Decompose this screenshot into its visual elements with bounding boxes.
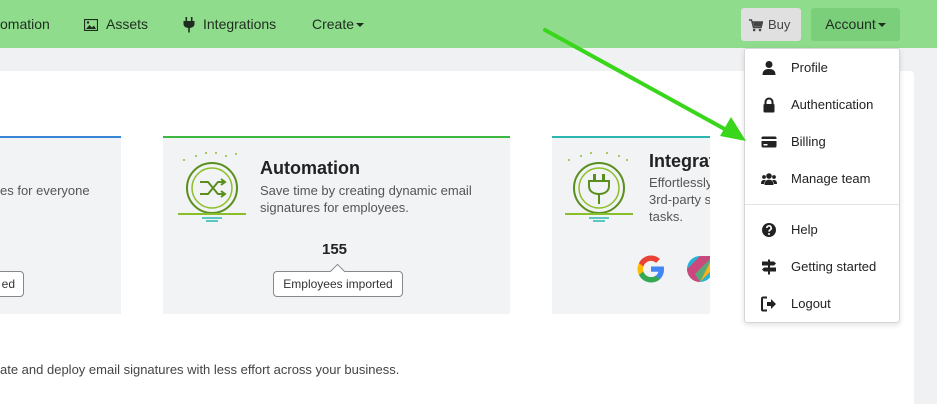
employee-count: 155 xyxy=(322,241,348,258)
signpost-icon xyxy=(762,259,776,275)
plug-icon xyxy=(183,17,195,33)
card-description: es for everyone xyxy=(0,183,90,198)
feature-card-integrations[interactable]: Integrations Effortlessly crea 3rd-party… xyxy=(552,136,710,314)
google-logo-icon xyxy=(637,255,664,283)
account-dropdown-menu: Profile Authentication Billing Manage te… xyxy=(744,48,900,323)
menu-item-profile[interactable]: Profile xyxy=(745,52,899,84)
logout-icon xyxy=(761,296,776,312)
question-icon xyxy=(762,223,776,237)
user-icon xyxy=(762,61,776,75)
lock-icon xyxy=(763,97,775,113)
card-description: Effortlessly crea 3rd-party softw tasks. xyxy=(649,175,710,224)
nav-assets[interactable]: Assets xyxy=(84,0,148,48)
page-description: ate and deploy email signatures with les… xyxy=(0,362,400,377)
automation-shuffle-icon xyxy=(178,152,246,222)
menu-item-logout[interactable]: Logout xyxy=(745,288,899,320)
top-navbar: omation Assets Integrations Create Buy A… xyxy=(0,0,937,48)
credit-card-icon xyxy=(761,136,777,148)
employees-imported-badge: Employees imported xyxy=(273,271,403,297)
menu-divider xyxy=(745,204,899,205)
account-button[interactable]: Account xyxy=(811,8,900,41)
cart-icon xyxy=(749,19,763,32)
chevron-down-icon xyxy=(356,23,365,28)
card-title: Integrations xyxy=(649,151,710,171)
menu-item-authentication[interactable]: Authentication xyxy=(745,89,899,121)
menu-item-billing[interactable]: Billing xyxy=(745,126,899,158)
card-title: Automation xyxy=(260,158,360,178)
status-badge: ed xyxy=(0,271,24,297)
nav-create[interactable]: Create xyxy=(312,0,365,48)
nav-integrations[interactable]: Integrations xyxy=(183,0,276,48)
users-icon xyxy=(761,173,777,185)
nav-automation[interactable]: omation xyxy=(0,0,50,48)
card-description: Save time by creating dynamic email sign… xyxy=(260,183,472,215)
buy-button[interactable]: Buy xyxy=(741,8,801,41)
freshworks-logo-icon xyxy=(687,256,710,282)
plug-illustration-icon xyxy=(565,152,633,222)
image-icon xyxy=(84,19,98,32)
menu-item-manage-team[interactable]: Manage team xyxy=(745,163,899,195)
menu-item-getting-started[interactable]: Getting started xyxy=(745,251,899,283)
chevron-down-icon xyxy=(877,23,886,28)
menu-item-help[interactable]: Help xyxy=(745,214,899,246)
